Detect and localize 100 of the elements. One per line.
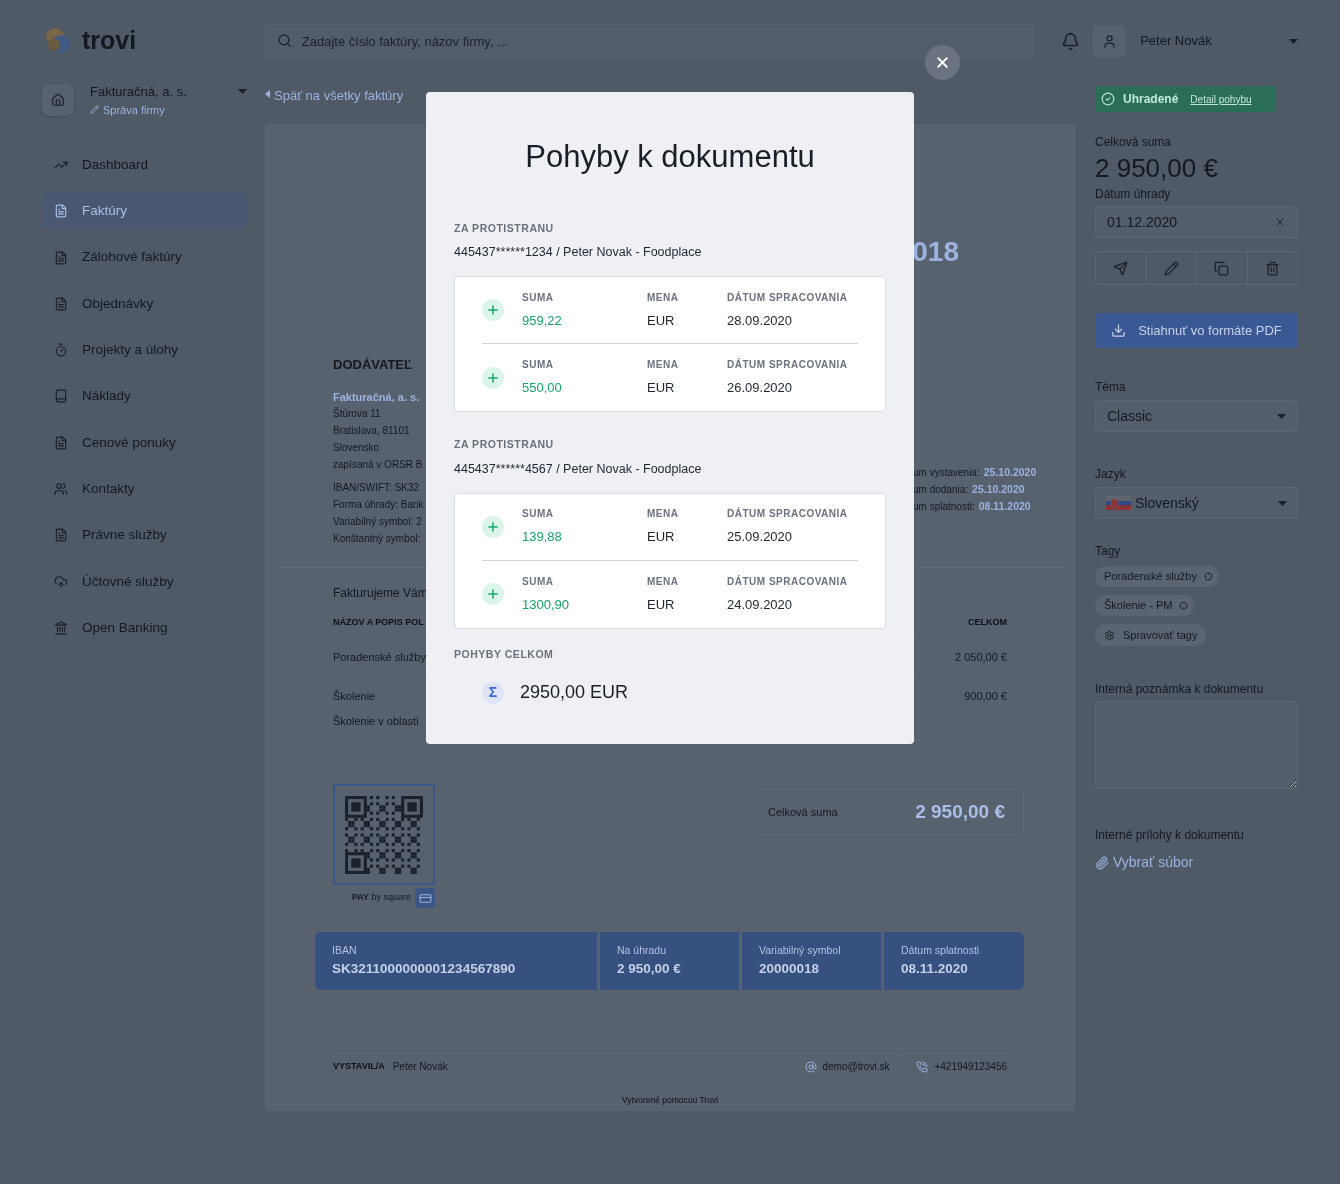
nav-item[interactable]: Faktúry <box>42 192 247 231</box>
address-line: zapísaná v ORSR B <box>333 458 423 472</box>
address-line: Slovensko <box>333 441 380 455</box>
date-value: 25.10.2020 <box>972 482 1025 497</box>
choose-file-link[interactable]: Vybrať súbor <box>1095 852 1194 873</box>
document-icon <box>54 435 68 450</box>
payment-label: IBAN <box>332 943 358 958</box>
date-value: 28.09.2020 <box>727 311 794 330</box>
nav-item[interactable]: Open Banking <box>42 608 247 647</box>
remove-tag-icon[interactable] <box>1201 570 1215 583</box>
gear-icon <box>1104 629 1115 641</box>
nav-item[interactable]: Dashboard <box>42 146 247 184</box>
caret-icon <box>1278 500 1287 506</box>
nav-item[interactable]: Kontakty <box>42 470 247 509</box>
tag-chip: Školenie - PM <box>1095 595 1195 616</box>
column-label: DÁTUM SPRACOVANIA <box>727 574 848 589</box>
flag-icon <box>1106 496 1131 510</box>
currency-value: EUR <box>647 379 676 398</box>
total-value: 2 950,00 € <box>915 799 1005 824</box>
search-field[interactable]: Zadajte číslo faktúry, názov firmy, ... <box>264 24 1035 58</box>
book-icon <box>54 389 68 404</box>
item-name: Školenie <box>333 689 377 704</box>
nav-item[interactable]: Právne služby <box>42 516 247 555</box>
date-label: um dodania: <box>913 483 969 497</box>
plus-icon <box>482 515 504 538</box>
nav-item[interactable]: Objednávky <box>42 284 247 323</box>
column-label: DÁTUM SPRACOVANIA <box>727 357 848 373</box>
column-label: DÁTUM SPRACOVANIA <box>727 506 848 522</box>
column-label: SUMA <box>522 507 555 522</box>
cloud-upload-icon <box>54 574 68 589</box>
download-button[interactable]: Stiahnuť vo formáte PDF <box>1095 313 1298 348</box>
payment-label: Dátum splatnosti <box>901 943 981 958</box>
check-icon <box>1101 92 1115 106</box>
field-label: Celková suma <box>1095 134 1173 151</box>
modal-title: Pohyby k dokumentu <box>524 138 816 176</box>
column-label: MENA <box>647 290 680 305</box>
at-icon <box>804 1060 817 1073</box>
user-menu[interactable]: Peter Novák <box>1093 23 1298 59</box>
remove-tag-icon[interactable] <box>1177 599 1191 612</box>
amount-value: 139,88 <box>522 528 563 547</box>
payment-label: Variabilný symbol <box>759 943 842 958</box>
date-field[interactable]: 01.12.2020 <box>1095 206 1298 238</box>
payment-info-line: Konštantný symbol: <box>333 532 421 546</box>
amount-value: 959,22 <box>522 311 563 330</box>
nav-item[interactable]: Projekty a úlohy <box>42 331 247 370</box>
bell-icon[interactable] <box>1061 31 1081 51</box>
payment-value: 2 950,00 € <box>617 959 682 978</box>
column-label: SUMA <box>522 574 555 589</box>
home-icon[interactable] <box>42 84 74 116</box>
copy-icon <box>1214 260 1230 276</box>
credit-text: Vytvorené pomocou Trovi <box>621 1094 719 1107</box>
payment-info-line: IBAN/SWIFT: SK32 <box>333 481 420 495</box>
field-label: Tagy <box>1095 543 1122 560</box>
sum-symbol: Σ <box>482 681 504 704</box>
payment-info-line: Variabilný symbol: 2 <box>333 515 422 529</box>
column-label: SUMA <box>522 358 555 373</box>
item-name: Poradenské služby <box>333 649 426 665</box>
section-heading: ZA PROTISTRANU <box>454 437 555 452</box>
back-link[interactable]: Späť na všetky faktúry <box>265 82 404 124</box>
detail-link[interactable]: Detail pohybu <box>1190 91 1252 107</box>
date-value: 26.09.2020 <box>727 379 794 398</box>
search-icon <box>276 33 292 48</box>
theme-select[interactable]: Classic <box>1095 400 1298 432</box>
nav-item[interactable]: Cenové ponuky <box>42 423 247 462</box>
field-label: Téma <box>1095 379 1127 396</box>
payment-value: 20000018 <box>759 959 821 978</box>
caret-icon <box>1289 38 1298 44</box>
currency-value: EUR <box>647 528 676 547</box>
nav-item[interactable]: Náklady <box>42 377 247 416</box>
phone-number: +421949123456 <box>934 1060 1007 1074</box>
manage-tags-button[interactable]: Spravovať tagy <box>1095 624 1207 646</box>
clear-icon[interactable] <box>1274 216 1286 228</box>
nav-item[interactable]: Zálohové faktúry <box>42 238 247 277</box>
date-value: 25.09.2020 <box>727 528 794 547</box>
section-heading: POHYBY CELKOM <box>454 646 555 662</box>
column-label: DÁTUM SPRACOVANIA <box>727 290 848 305</box>
pencil-icon <box>1163 260 1179 276</box>
item-total: 900,00 € <box>964 689 1007 704</box>
address-line: Bratislava, 81101 <box>333 424 410 438</box>
plus-icon <box>482 299 504 321</box>
supplier-name: Fakturačná, a. s. <box>333 389 420 405</box>
document-icon <box>54 528 68 543</box>
item-description: Školenie v oblasti <box>333 713 419 729</box>
plus-icon <box>482 583 504 605</box>
issuer-name: Peter Novák <box>392 1060 448 1074</box>
account-text: 445437******1234 / Peter Novak - Foodplace <box>454 244 703 262</box>
total-amount: 2 950,00 € <box>1095 152 1219 185</box>
company-name[interactable]: Fakturačná, a. s. <box>90 82 247 102</box>
movements-total: 2950,00 EUR <box>520 681 629 705</box>
currency-value: EUR <box>647 311 676 330</box>
email-link[interactable]: demo@trovi.sk <box>822 1053 903 1080</box>
stopwatch-icon <box>54 343 68 358</box>
column-header: CELKOM <box>968 616 1007 629</box>
manage-company-link[interactable]: Správa firmy <box>90 101 247 118</box>
field-label: Dátum úhrady <box>1095 186 1172 203</box>
language-select[interactable]: Slovenský <box>1095 487 1298 519</box>
date-value: 24.09.2020 <box>727 595 794 614</box>
note-field[interactable] <box>1095 701 1298 789</box>
trash-icon <box>1264 260 1280 276</box>
nav-item[interactable]: Účtovné služby <box>42 562 247 601</box>
